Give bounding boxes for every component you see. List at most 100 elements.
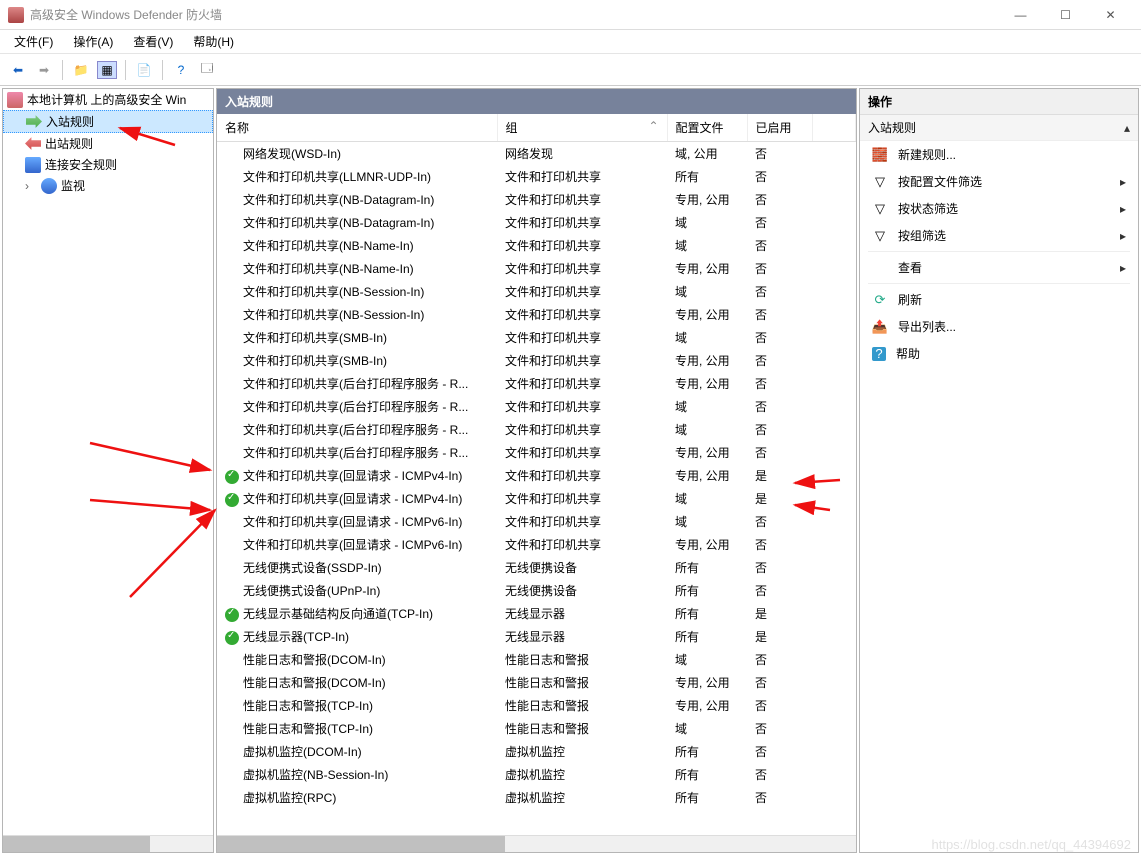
rule-profile: 域: [667, 395, 747, 418]
action-filter-state[interactable]: ▽ 按状态筛选 ▸: [860, 195, 1138, 222]
filter-icon: ▽: [872, 174, 888, 190]
expander-icon[interactable]: ›: [25, 179, 37, 193]
action-new-rule[interactable]: 🧱 新建规则...: [860, 141, 1138, 168]
filter-icon: ▽: [872, 228, 888, 244]
tree-item-outbound[interactable]: 出站规则: [3, 133, 213, 154]
menu-view[interactable]: 查看(V): [123, 30, 183, 53]
rule-group: 文件和打印机共享: [497, 372, 667, 395]
action-filter-profile-label: 按配置文件筛选: [898, 173, 982, 190]
action-refresh[interactable]: ⟳ 刷新: [860, 286, 1138, 313]
show-hide-button[interactable]: ▦: [95, 58, 119, 82]
help-button[interactable]: ?: [169, 58, 193, 82]
rule-name: 文件和打印机共享(后台打印程序服务 - R...: [243, 423, 468, 437]
rule-group: 文件和打印机共享: [497, 257, 667, 280]
rule-profile: 所有: [667, 625, 747, 648]
new-button[interactable]: 📄: [132, 58, 156, 82]
h-scrollbar[interactable]: [217, 835, 856, 852]
table-row[interactable]: 文件和打印机共享(NB-Name-In) 文件和打印机共享 域 否: [217, 234, 856, 257]
rule-group: 网络发现: [497, 142, 667, 166]
table-row[interactable]: 无线便携式设备(UPnP-In) 无线便携设备 所有 否: [217, 579, 856, 602]
rule-group: 文件和打印机共享: [497, 211, 667, 234]
tree-pane[interactable]: 本地计算机 上的高级安全 Win 入站规则 出站规则 连接安全规则 › 监视: [2, 88, 214, 853]
table-row[interactable]: 文件和打印机共享(NB-Session-In) 文件和打印机共享 专用, 公用 …: [217, 303, 856, 326]
table-row[interactable]: 文件和打印机共享(NB-Datagram-In) 文件和打印机共享 域 否: [217, 211, 856, 234]
tree-item-inbound[interactable]: 入站规则: [3, 110, 213, 133]
table-row[interactable]: 文件和打印机共享(回显请求 - ICMPv4-In) 文件和打印机共享 专用, …: [217, 464, 856, 487]
table-row[interactable]: 虚拟机监控(NB-Session-In) 虚拟机监控 所有 否: [217, 763, 856, 786]
action-filter-group-label: 按组筛选: [898, 227, 946, 244]
tree-root-label: 本地计算机 上的高级安全 Win: [27, 91, 186, 108]
window-controls: — ☐ ✕: [998, 1, 1133, 29]
rule-enabled: 否: [747, 694, 812, 717]
menu-help[interactable]: 帮助(H): [183, 30, 244, 53]
action-view[interactable]: 查看 ▸: [860, 254, 1138, 281]
properties-button[interactable]: 🗔: [195, 58, 219, 82]
col-enabled[interactable]: 已启用: [747, 114, 812, 142]
rule-name: 文件和打印机共享(回显请求 - ICMPv4-In): [243, 492, 462, 506]
table-row[interactable]: 文件和打印机共享(回显请求 - ICMPv6-In) 文件和打印机共享 域 否: [217, 510, 856, 533]
table-row[interactable]: 性能日志和警报(TCP-In) 性能日志和警报 域 否: [217, 717, 856, 740]
tree-root[interactable]: 本地计算机 上的高级安全 Win: [3, 89, 213, 110]
table-row[interactable]: 虚拟机监控(RPC) 虚拟机监控 所有 否: [217, 786, 856, 809]
table-row[interactable]: 文件和打印机共享(回显请求 - ICMPv4-In) 文件和打印机共享 域 是: [217, 487, 856, 510]
action-export[interactable]: 📤 导出列表...: [860, 313, 1138, 340]
rule-name: 虚拟机监控(RPC): [243, 791, 336, 805]
rule-enabled: 否: [747, 717, 812, 740]
action-filter-profile[interactable]: ▽ 按配置文件筛选 ▸: [860, 168, 1138, 195]
action-export-label: 导出列表...: [898, 318, 956, 335]
maximize-button[interactable]: ☐: [1043, 1, 1088, 29]
table-row[interactable]: 文件和打印机共享(后台打印程序服务 - R... 文件和打印机共享 域 否: [217, 395, 856, 418]
table-row[interactable]: 文件和打印机共享(SMB-In) 文件和打印机共享 域 否: [217, 326, 856, 349]
rule-profile: 域: [667, 211, 747, 234]
help-icon: ?: [872, 347, 886, 361]
rule-enabled: 否: [747, 326, 812, 349]
back-button[interactable]: ⬅: [6, 58, 30, 82]
table-row[interactable]: 文件和打印机共享(后台打印程序服务 - R... 文件和打印机共享 域 否: [217, 418, 856, 441]
table-row[interactable]: 文件和打印机共享(LLMNR-UDP-In) 文件和打印机共享 所有 否: [217, 165, 856, 188]
close-button[interactable]: ✕: [1088, 1, 1133, 29]
table-row[interactable]: 性能日志和警报(DCOM-In) 性能日志和警报 域 否: [217, 648, 856, 671]
blank-icon: [225, 286, 239, 300]
rule-name: 性能日志和警报(TCP-In): [243, 699, 373, 713]
tree-item-connsec[interactable]: 连接安全规则: [3, 154, 213, 175]
table-row[interactable]: 文件和打印机共享(后台打印程序服务 - R... 文件和打印机共享 专用, 公用…: [217, 441, 856, 464]
refresh-icon: ⟳: [872, 292, 888, 308]
col-group[interactable]: 组: [497, 114, 667, 142]
tree-monitor-label: 监视: [61, 177, 85, 194]
blank-icon: [225, 447, 239, 461]
rule-profile: 专用, 公用: [667, 257, 747, 280]
forward-button[interactable]: ➡: [32, 58, 56, 82]
table-row[interactable]: 无线便携式设备(SSDP-In) 无线便携设备 所有 否: [217, 556, 856, 579]
action-filter-group[interactable]: ▽ 按组筛选 ▸: [860, 222, 1138, 249]
col-profile[interactable]: 配置文件: [667, 114, 747, 142]
menu-file[interactable]: 文件(F): [4, 30, 63, 53]
tree-item-monitor[interactable]: › 监视: [3, 175, 213, 196]
rule-profile: 专用, 公用: [667, 671, 747, 694]
table-row[interactable]: 网络发现(WSD-In) 网络发现 域, 公用 否: [217, 142, 856, 166]
table-row[interactable]: 无线显示器(TCP-In) 无线显示器 所有 是: [217, 625, 856, 648]
rule-name: 无线显示器(TCP-In): [243, 630, 349, 644]
filter-icon: ▽: [872, 201, 888, 217]
table-row[interactable]: 文件和打印机共享(NB-Session-In) 文件和打印机共享 域 否: [217, 280, 856, 303]
folder-button[interactable]: 📁: [69, 58, 93, 82]
rule-enabled: 是: [747, 602, 812, 625]
table-row[interactable]: 文件和打印机共享(NB-Name-In) 文件和打印机共享 专用, 公用 否: [217, 257, 856, 280]
blank-icon: [225, 677, 239, 691]
rules-grid[interactable]: 名称 组 配置文件 已启用 网络发现(WSD-In) 网络发现 域, 公用 否 …: [217, 114, 856, 835]
table-row[interactable]: 性能日志和警报(TCP-In) 性能日志和警报 专用, 公用 否: [217, 694, 856, 717]
rule-group: 文件和打印机共享: [497, 510, 667, 533]
table-row[interactable]: 文件和打印机共享(后台打印程序服务 - R... 文件和打印机共享 专用, 公用…: [217, 372, 856, 395]
table-row[interactable]: 无线显示基础结构反向通道(TCP-In) 无线显示器 所有 是: [217, 602, 856, 625]
collapse-icon[interactable]: ▴: [1124, 121, 1130, 135]
table-row[interactable]: 虚拟机监控(DCOM-In) 虚拟机监控 所有 否: [217, 740, 856, 763]
col-name[interactable]: 名称: [217, 114, 497, 142]
menu-action[interactable]: 操作(A): [63, 30, 123, 53]
table-row[interactable]: 文件和打印机共享(回显请求 - ICMPv6-In) 文件和打印机共享 专用, …: [217, 533, 856, 556]
minimize-button[interactable]: —: [998, 1, 1043, 29]
table-row[interactable]: 文件和打印机共享(SMB-In) 文件和打印机共享 专用, 公用 否: [217, 349, 856, 372]
separator: [162, 60, 163, 80]
table-row[interactable]: 性能日志和警报(DCOM-In) 性能日志和警报 专用, 公用 否: [217, 671, 856, 694]
actions-subheader: 入站规则 ▴: [860, 115, 1138, 141]
action-help[interactable]: ? 帮助: [860, 340, 1138, 367]
table-row[interactable]: 文件和打印机共享(NB-Datagram-In) 文件和打印机共享 专用, 公用…: [217, 188, 856, 211]
